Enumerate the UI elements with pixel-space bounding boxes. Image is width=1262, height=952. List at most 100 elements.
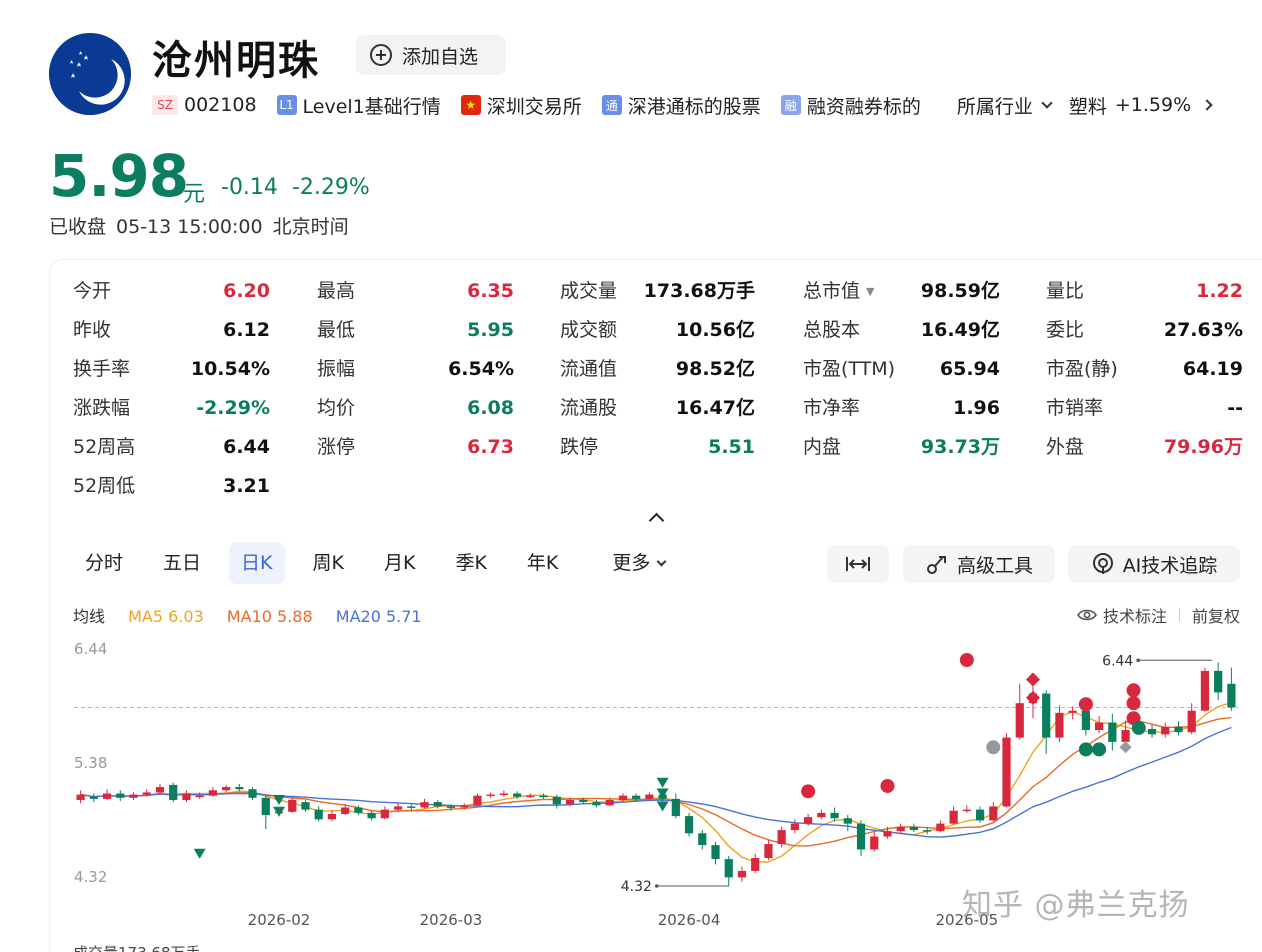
connect-label: 深港通标的股票 [627, 95, 761, 118]
candle-body [1108, 722, 1117, 742]
signal-neutral-diamond [1119, 741, 1132, 754]
quote-column: 今开 6.20 昨收 6.12 换手率 10.54% 涨跌幅 -2.29% 52周高 6.44 52… [73, 278, 270, 512]
quote-item: 总市值 ▼ 98.59亿 [803, 278, 1000, 317]
quote-value: 6.54% [448, 358, 514, 380]
add-watchlist-button[interactable]: + 添加自选 [356, 35, 506, 75]
caret-down-icon[interactable]: ▼ [866, 279, 874, 305]
eye-icon [1077, 609, 1097, 621]
candle-body [1121, 730, 1130, 742]
adjust-option[interactable]: 前复权 [1192, 603, 1240, 627]
ma-legend-title: 均线 [73, 607, 106, 626]
quote-item: 52周低 3.21 [73, 473, 270, 512]
candle-body [645, 794, 654, 799]
quote-item: 总股本 16.49亿 [803, 317, 1000, 356]
candle-body [393, 806, 403, 810]
margin-label: 融资融券标的 [806, 95, 921, 118]
quote-value: 10.54% [190, 358, 270, 380]
quote-label: 委比 [1046, 319, 1085, 341]
fit-width-button[interactable] [827, 545, 889, 583]
ai-tracking-button[interactable]: AI技术追踪 [1068, 545, 1240, 583]
ma5-value: MA5 6.03 [128, 607, 204, 626]
quote-item: 市盈(TTM) 65.94 [803, 356, 1000, 395]
candle-body [235, 787, 244, 790]
quote-value: 27.63% [1163, 319, 1243, 341]
candle-body [804, 817, 813, 824]
candle-body [936, 823, 945, 832]
quote-column: 总市值 ▼ 98.59亿 总股本 16.49亿 市盈(TTM) 65.94 市净率 1.96 内盘… [803, 278, 1000, 473]
chevron-down-icon [1041, 97, 1053, 109]
candle-body [1081, 710, 1090, 731]
industry-name: 塑料 [1068, 95, 1107, 118]
signal-down-triangle [656, 788, 669, 799]
tab-period[interactable]: 季K [443, 542, 498, 584]
candle-body [248, 789, 257, 798]
quote-value: 93.73万 [920, 436, 1000, 458]
candle-body [989, 806, 998, 821]
exchange-tag[interactable]: ★ 深圳交易所 [460, 92, 582, 119]
candle-body [777, 830, 786, 845]
signal-down-triangle [656, 801, 669, 812]
quote-item: 市销率 -- [1046, 395, 1243, 434]
candle-body [76, 794, 85, 800]
candle-body [1095, 722, 1104, 731]
candle-body [751, 858, 760, 871]
quote-label: 流通值 [560, 358, 618, 380]
tab-period[interactable]: 年K [515, 542, 570, 584]
candle-body [486, 794, 495, 797]
indicator-toggle[interactable]: 技术标注 [1077, 603, 1167, 627]
ai-radar-icon [1092, 553, 1113, 574]
candle-body [367, 812, 376, 819]
quote-item: 流通股 16.47亿 [560, 395, 755, 434]
tab-period[interactable]: 五日 [151, 542, 213, 584]
signal-neutral-circle [986, 740, 1001, 755]
connect-tag[interactable]: 通 深港通标的股票 [601, 92, 761, 119]
candle-body [341, 807, 350, 814]
candle-body [671, 798, 680, 817]
tab-more[interactable]: 更多 [600, 542, 677, 584]
candle-body [407, 806, 416, 808]
x-axis-label: 2026-02 [248, 911, 311, 929]
connect-badge: 通 [601, 95, 622, 115]
industry-link[interactable]: 塑料 +1.59% [1068, 92, 1213, 119]
current-price: 5.98 [49, 142, 189, 210]
quote-item: 振幅 6.54% [317, 356, 514, 395]
level1-tag[interactable]: L1 Level1基础行情 [276, 92, 441, 119]
tab-period[interactable]: 日K [229, 542, 285, 584]
plus-icon: + [370, 44, 392, 66]
candle-body [208, 790, 217, 796]
quote-value: 16.47亿 [675, 397, 755, 419]
quote-item: 涨跌幅 -2.29% [73, 395, 270, 434]
quote-column: 量比 1.22 委比 27.63% 市盈(静) 64.19 市销率 -- 外盘 79.96万 [1046, 278, 1243, 473]
candle-body [698, 833, 707, 846]
quote-item: 昨收 6.12 [73, 317, 270, 356]
chart-period-tabs: 分时 五日 日K 周K 月K 季K 年K 更多 [73, 542, 693, 584]
tab-period[interactable]: 周K [301, 542, 356, 584]
industry-label: 所属行业 [956, 95, 1033, 118]
candle-body [539, 795, 548, 798]
candle-body [142, 792, 151, 795]
margin-badge: 融 [780, 95, 801, 115]
candle-body [843, 818, 852, 824]
quote-value: -2.29% [196, 397, 270, 419]
signal-buy-circle [880, 778, 895, 793]
advanced-tools-button[interactable]: 高级工具 [903, 545, 1055, 583]
chevron-down-icon [656, 556, 667, 566]
candle-body [856, 823, 866, 850]
exchange-code-badge: SZ [152, 95, 178, 115]
industry-change: +1.59% [1114, 94, 1192, 116]
quote-label: 市盈(TTM) [803, 358, 896, 380]
tab-period[interactable]: 分时 [73, 542, 135, 584]
stock-tags: SZ 002108 L1 Level1基础行情 ★ 深圳交易所 通 深港通标的股… [152, 92, 1213, 119]
chevron-right-icon [1201, 99, 1213, 111]
industry-dropdown[interactable]: 所属行业 [957, 92, 1065, 119]
candle-body [790, 823, 799, 831]
y-tick-label: 5.38 [74, 754, 107, 772]
quote-value: 6.12 [223, 319, 270, 341]
quote-label: 市销率 [1046, 397, 1104, 419]
candle-body [380, 809, 389, 819]
margin-tag[interactable]: 融 融资融券标的 [780, 92, 921, 119]
signal-sell-circle [1092, 742, 1107, 757]
quote-value: 10.56亿 [675, 319, 755, 341]
tab-period[interactable]: 月K [372, 542, 427, 584]
y-tick-label: 4.32 [74, 868, 107, 886]
